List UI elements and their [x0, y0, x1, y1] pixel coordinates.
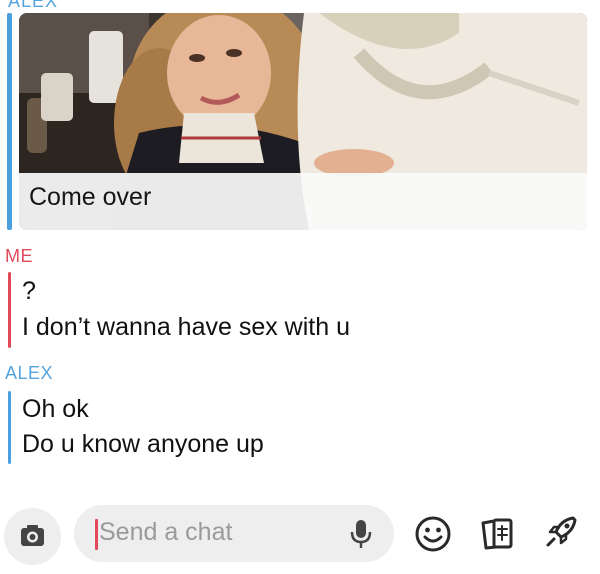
friend-message-bar [8, 391, 11, 464]
emoji-icon[interactable] [413, 514, 453, 554]
media-card[interactable]: Come over [19, 13, 587, 230]
message-text: Do u know anyone up [22, 430, 264, 458]
sender-label-me: ME [5, 246, 33, 266]
chat-input-placeholder: Send a chat [99, 518, 233, 546]
message-text: I don’t wanna have sex with u [22, 313, 350, 341]
chat-screen: ALEX Come over ME ? I don’t wanna have s… [0, 0, 600, 574]
sender-label-alex: ALEX [5, 363, 54, 383]
chat-input[interactable]: Send a chat [74, 505, 394, 562]
message-text: Oh ok [22, 395, 89, 423]
message-text: ? [22, 277, 36, 305]
my-message-bar [8, 272, 11, 348]
microphone-icon[interactable] [348, 518, 374, 550]
sender-label-alex-cut: ALEX [8, 0, 59, 11]
text-caret [95, 519, 98, 550]
media-caption: Come over [29, 183, 152, 211]
rocket-icon[interactable] [541, 512, 581, 552]
camera-icon [21, 525, 44, 546]
camera-button[interactable] [4, 508, 61, 565]
friend-message-bar [7, 13, 12, 230]
stickers-icon[interactable] [477, 514, 517, 554]
media-message[interactable]: Come over [7, 13, 587, 230]
